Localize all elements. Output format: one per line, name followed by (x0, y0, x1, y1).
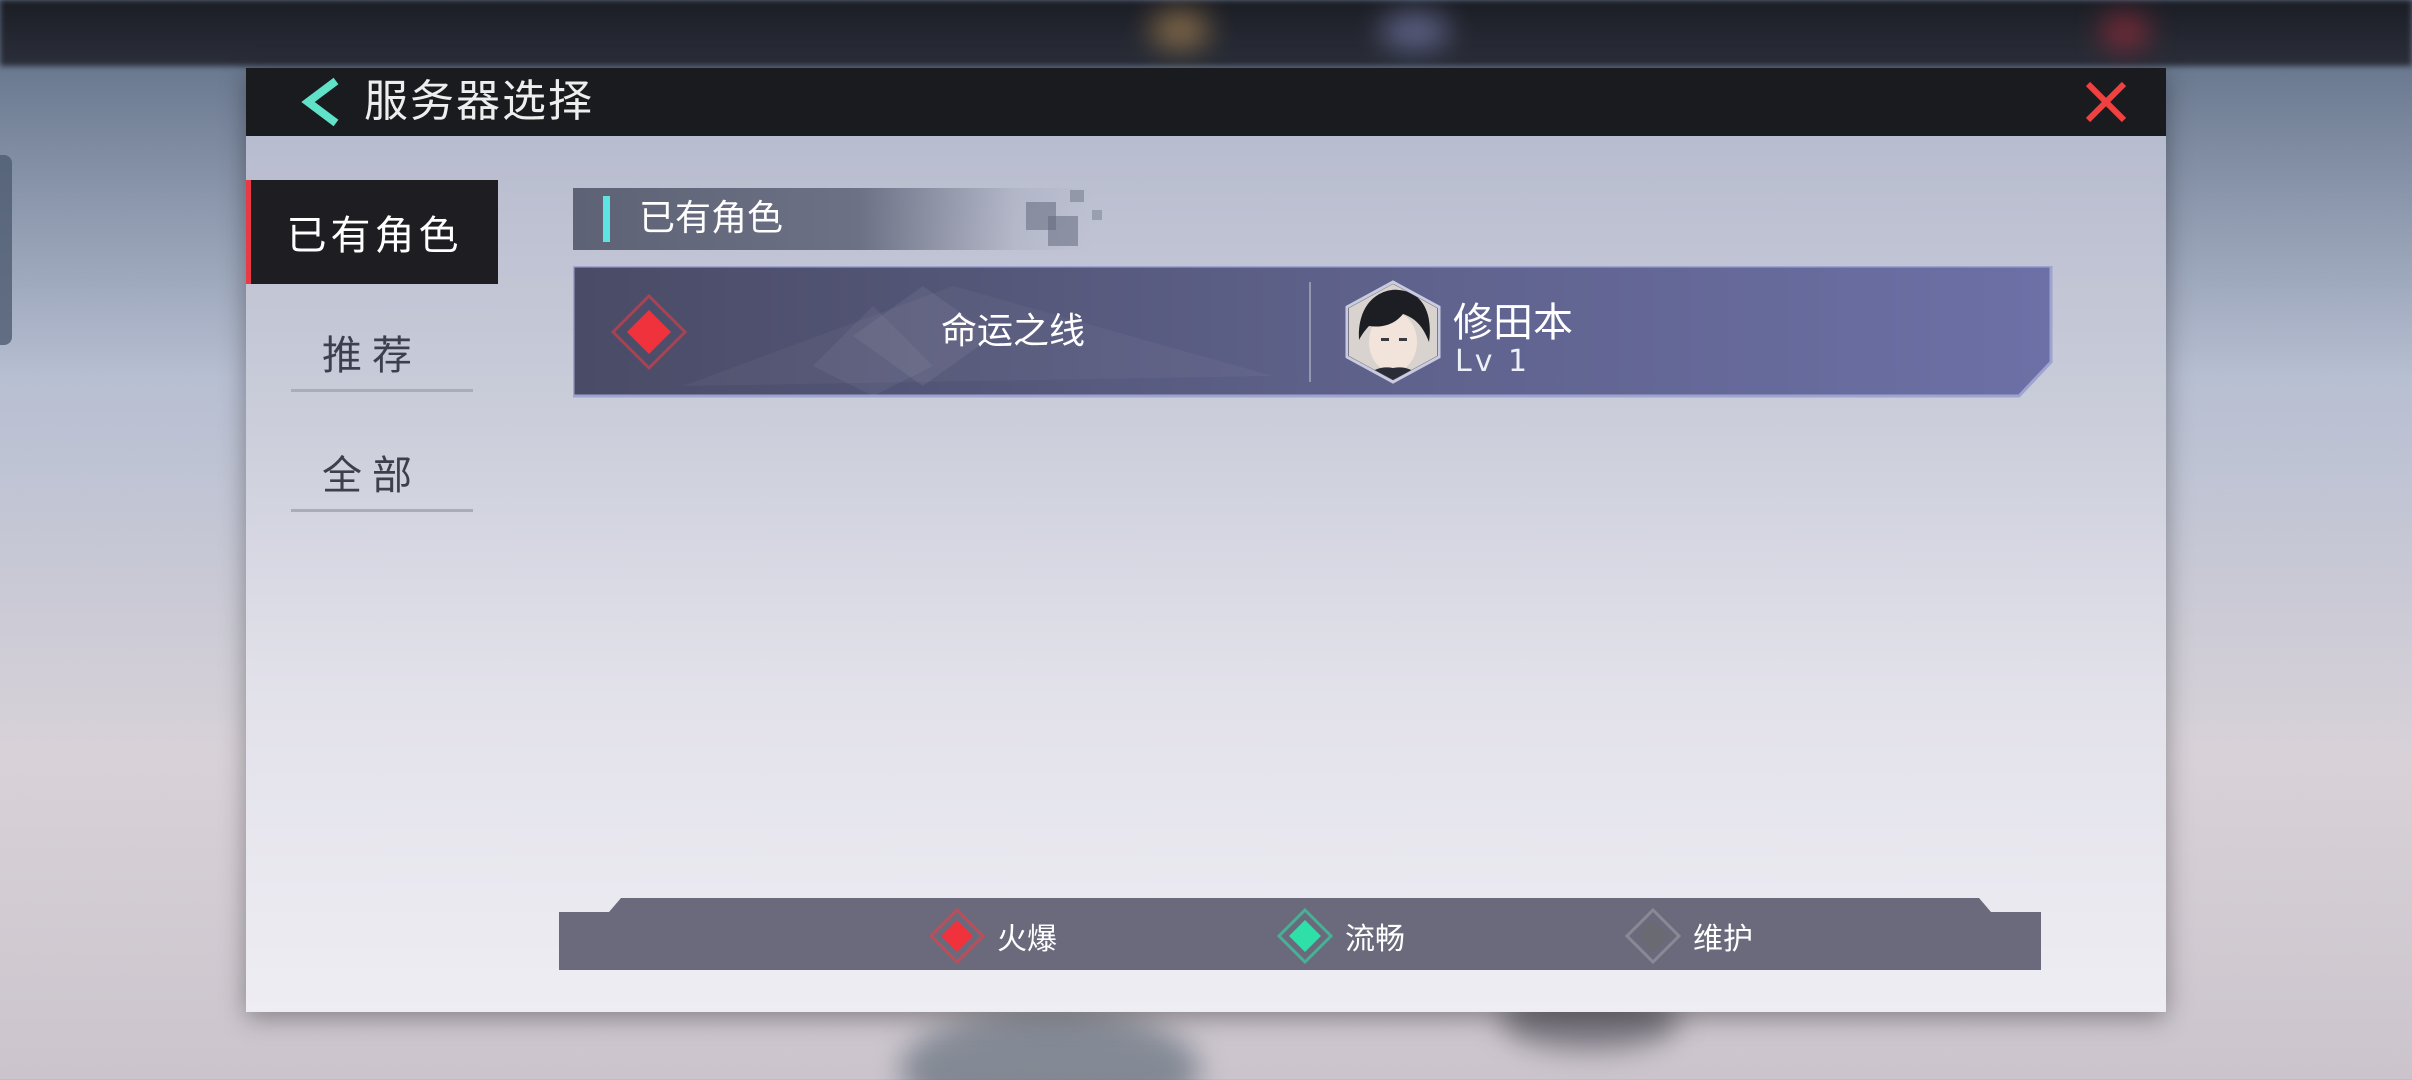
legend-label: 流畅 (1345, 922, 1405, 957)
server-row[interactable]: 命运之线 修田本 Lv 1 (573, 266, 2053, 398)
background-side-handle (0, 155, 12, 345)
legend-item-hot: 火爆 (929, 906, 1057, 966)
tab-underline (291, 509, 473, 512)
tab-label: 已有角色 (286, 213, 463, 259)
background-blur-shape (900, 1010, 1200, 1080)
tab-label: 推荐 (322, 333, 422, 379)
legend-item-maintenance: 维护 (1625, 906, 1753, 966)
section-header-label: 已有角色 (639, 198, 784, 239)
legend-label: 火爆 (997, 922, 1057, 957)
pixel-decoration (1026, 190, 1102, 246)
background-blur-shape (1150, 10, 1210, 50)
status-maintenance-icon (1625, 908, 1681, 964)
status-legend: 火爆 流畅 维护 (559, 898, 2041, 970)
background-blur-shape (2100, 14, 2150, 50)
close-icon (2085, 81, 2127, 123)
tab-existing-characters[interactable]: 已有角色 (246, 180, 498, 284)
character-avatar (1345, 280, 1441, 384)
tab-label: 全部 (322, 453, 422, 499)
section-header: 已有角色 (573, 188, 1093, 250)
legend-item-smooth: 流畅 (1277, 906, 1405, 966)
chevron-left-icon (301, 77, 339, 127)
server-name: 命运之线 (940, 311, 1085, 352)
dialog-titlebar: 服务器选择 (246, 68, 2166, 136)
tab-underline (291, 389, 473, 392)
status-smooth-icon (1277, 908, 1333, 964)
close-button[interactable] (2082, 78, 2130, 126)
character-level: Lv 1 (1455, 344, 1531, 379)
tab-recommended[interactable]: 推荐 (246, 300, 498, 404)
status-hot-icon (929, 908, 985, 964)
server-select-dialog: 服务器选择 已有角色 推荐 全部 已有角色 命运之线 修田本 Lv 1 火爆 流… (246, 68, 2166, 1012)
tab-all[interactable]: 全部 (246, 420, 498, 524)
background-blur-shape (1380, 12, 1450, 50)
row-divider (1309, 282, 1311, 382)
server-row-background (573, 266, 2053, 398)
back-button[interactable] (296, 76, 348, 128)
status-hot-icon (611, 294, 687, 370)
legend-label: 维护 (1693, 922, 1753, 957)
character-name: 修田本 (1453, 300, 1573, 346)
section-header-accent-bar (603, 196, 610, 242)
dialog-title: 服务器选择 (364, 76, 594, 127)
